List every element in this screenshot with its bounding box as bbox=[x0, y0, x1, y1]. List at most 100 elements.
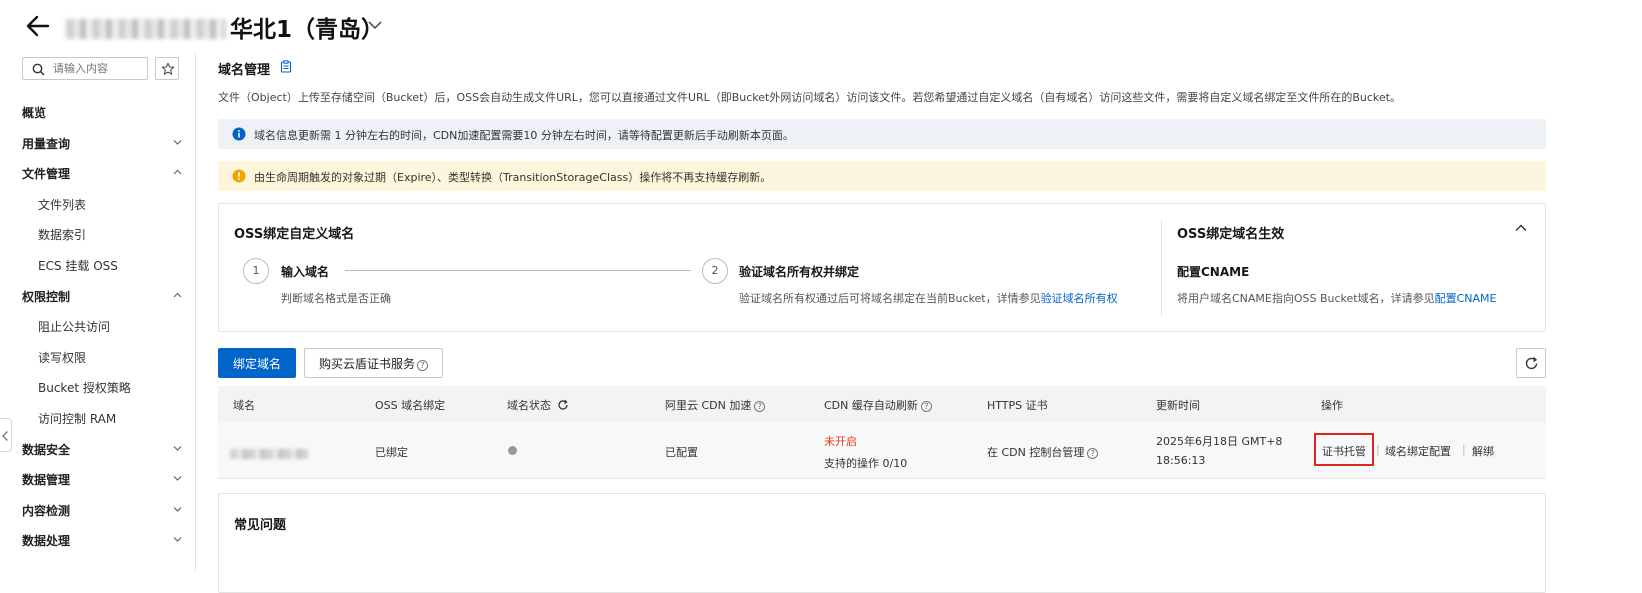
redacted-domain bbox=[230, 449, 308, 459]
sidebar-item-label: 文件管理 bbox=[22, 167, 71, 181]
warning-alert: 由生命周期触发的对象过期（Expire）、类型转换（TransitionStor… bbox=[218, 161, 1546, 191]
separator: | bbox=[1462, 443, 1466, 456]
refresh-icon[interactable] bbox=[557, 399, 569, 411]
sidebar-item[interactable]: Bucket 授权策略 bbox=[0, 371, 195, 401]
clipboard-icon[interactable] bbox=[280, 60, 292, 73]
col-domain: 域名 bbox=[233, 399, 255, 412]
step-1-number: 1 bbox=[243, 258, 269, 284]
help-icon[interactable]: ? bbox=[754, 401, 766, 412]
unbind-link[interactable]: 解绑 bbox=[1472, 443, 1494, 459]
sidebar-item[interactable]: ECS 挂载 OSS bbox=[0, 249, 195, 279]
help-icon[interactable]: ? bbox=[920, 401, 932, 412]
col-oss-bind: OSS 域名绑定 bbox=[375, 399, 446, 412]
sidebar-item-label: 内容检测 bbox=[22, 504, 71, 518]
info-alert: 域名信息更新需 1 分钟左右的时间，CDN加速配置需要10 分钟左右时间，请等待… bbox=[218, 119, 1546, 149]
help-icon: ? bbox=[417, 359, 428, 371]
step-1-name: 输入域名 bbox=[281, 265, 330, 279]
configure-cname-link[interactable]: 配置CNAME bbox=[1435, 292, 1497, 305]
sidebar-item-label: 数据处理 bbox=[22, 534, 71, 548]
domain-config-link[interactable]: 域名绑定配置 bbox=[1385, 443, 1451, 459]
search-input[interactable] bbox=[53, 60, 143, 77]
chevron-up-icon[interactable] bbox=[1513, 222, 1529, 234]
favorite-button[interactable] bbox=[155, 57, 179, 80]
sidebar-item-label: 访问控制 RAM bbox=[38, 412, 117, 426]
chevron-up-icon bbox=[173, 292, 182, 298]
top-bar: 华北1（青岛） bbox=[0, 0, 1642, 52]
help-icon[interactable]: ? bbox=[1087, 448, 1099, 459]
section-heading: 域名管理 bbox=[218, 63, 271, 78]
sidebar-item-label: 读写权限 bbox=[38, 351, 87, 365]
oss-bind-value: 已绑定 bbox=[375, 446, 408, 459]
warning-alert-text: 由生命周期触发的对象过期（Expire）、类型转换（TransitionStor… bbox=[254, 171, 772, 184]
buy-cert-button[interactable]: 购买云盾证书服务? bbox=[304, 348, 443, 378]
redacted-bucket-name bbox=[66, 19, 226, 39]
sidebar-item[interactable]: 文件管理 bbox=[0, 157, 195, 187]
col-cache-refresh: CDN 缓存自动刷新? bbox=[824, 397, 932, 413]
bind-domain-button[interactable]: 绑定域名 bbox=[218, 348, 296, 378]
separator: | bbox=[1376, 443, 1380, 456]
col-cdn: 阿里云 CDN 加速? bbox=[665, 397, 766, 413]
chevron-down-icon[interactable] bbox=[366, 16, 384, 34]
cdn-configured-link[interactable]: 已配置 bbox=[665, 444, 698, 460]
refresh-button[interactable] bbox=[1516, 348, 1546, 378]
sidebar-item-label: 数据管理 bbox=[22, 473, 71, 487]
col-https: HTTPS 证书 bbox=[987, 399, 1048, 412]
refresh-icon bbox=[1525, 356, 1538, 370]
info-icon bbox=[232, 127, 246, 141]
steps-title: OSS绑定自定义域名 bbox=[234, 227, 355, 242]
sidebar-item-label: 用量查询 bbox=[22, 137, 71, 151]
sidebar-item[interactable]: 读写权限 bbox=[0, 341, 195, 371]
back-arrow-icon[interactable] bbox=[24, 12, 52, 40]
status-indicator bbox=[508, 446, 517, 455]
col-actions: 操作 bbox=[1321, 399, 1343, 412]
sidebar-item-label: 权限控制 bbox=[22, 290, 71, 304]
sidebar-item-label: 数据索引 bbox=[38, 228, 87, 242]
sidebar-item[interactable]: 内容检测 bbox=[0, 494, 195, 524]
verify-ownership-link[interactable]: 验证域名所有权 bbox=[1041, 292, 1118, 305]
step-2-number: 2 bbox=[702, 258, 728, 284]
chevron-down-icon bbox=[173, 446, 182, 451]
sidebar-item[interactable]: 概览 bbox=[0, 96, 195, 126]
step-connector bbox=[345, 270, 691, 271]
section-description: 文件（Object）上传至存储空间（Bucket）后，OSS会自动生成文件URL… bbox=[218, 91, 1401, 104]
col-updated: 更新时间 bbox=[1156, 399, 1200, 412]
binding-steps-panel: OSS绑定自定义域名 1 输入域名 判断域名格式是否正确 2 验证域名所有权并绑… bbox=[218, 203, 1546, 332]
sidebar-item[interactable]: 数据处理 bbox=[0, 524, 195, 554]
table-row: 已绑定 已配置 未开启 支持的操作 0/10 在 CDN 控制台管理? 2025… bbox=[218, 422, 1546, 479]
step-2-desc: 验证域名所有权通过后可将域名绑定在当前Bucket，详情参见验证域名所有权 bbox=[739, 292, 1118, 305]
chevron-up-icon bbox=[173, 169, 182, 175]
effect-title: OSS绑定域名生效 bbox=[1177, 227, 1285, 242]
chevron-down-icon bbox=[173, 537, 182, 542]
chevron-left-icon bbox=[2, 431, 8, 441]
chevron-down-icon bbox=[173, 507, 182, 512]
sidebar-item[interactable]: 文件列表 bbox=[0, 188, 195, 218]
step-1-desc: 判断域名格式是否正确 bbox=[281, 292, 391, 305]
supported-ops-link[interactable]: 支持的操作 0/10 bbox=[824, 455, 907, 471]
sidebar-item[interactable]: 数据管理 bbox=[0, 463, 195, 493]
col-domain-status: 域名状态 bbox=[507, 397, 569, 413]
step-2-name: 验证域名所有权并绑定 bbox=[739, 265, 860, 279]
sidebar-item[interactable]: 用量查询 bbox=[0, 127, 195, 157]
cname-step-name: 配置CNAME bbox=[1177, 265, 1250, 279]
faq-title: 常见问题 bbox=[234, 518, 287, 533]
sidebar-collapse-handle[interactable] bbox=[0, 418, 12, 452]
star-icon bbox=[161, 62, 175, 75]
sidebar-item[interactable]: 数据索引 bbox=[0, 218, 195, 248]
table-header: 域名 OSS 域名绑定 域名状态 阿里云 CDN 加速? CDN 缓存自动刷新?… bbox=[218, 386, 1546, 422]
sidebar-item-label: Bucket 授权策略 bbox=[38, 381, 131, 395]
sidebar-item-label: 数据安全 bbox=[22, 443, 71, 457]
sidebar-item[interactable]: 数据安全 bbox=[0, 433, 195, 463]
cname-step-desc: 将用户域名CNAME指向OSS Bucket域名，详请参见配置CNAME bbox=[1177, 292, 1497, 305]
chevron-down-icon bbox=[173, 476, 182, 481]
updated-date: 2025年6月18日 GMT+8 bbox=[1156, 435, 1283, 448]
sidebar-item[interactable]: 权限控制 bbox=[0, 280, 195, 310]
sidebar-search[interactable] bbox=[22, 57, 148, 80]
page-title: 华北1（青岛） bbox=[66, 10, 384, 44]
search-icon bbox=[32, 63, 45, 76]
cache-status: 未开启 bbox=[824, 435, 857, 448]
sidebar-item[interactable]: 访问控制 RAM bbox=[0, 402, 195, 432]
faq-panel: 常见问题 bbox=[218, 493, 1546, 593]
sidebar-item[interactable]: 阻止公共访问 bbox=[0, 310, 195, 340]
cert-hosting-link[interactable]: 证书托管 bbox=[1322, 443, 1366, 459]
updated-time: 18:56:13 bbox=[1156, 454, 1206, 467]
